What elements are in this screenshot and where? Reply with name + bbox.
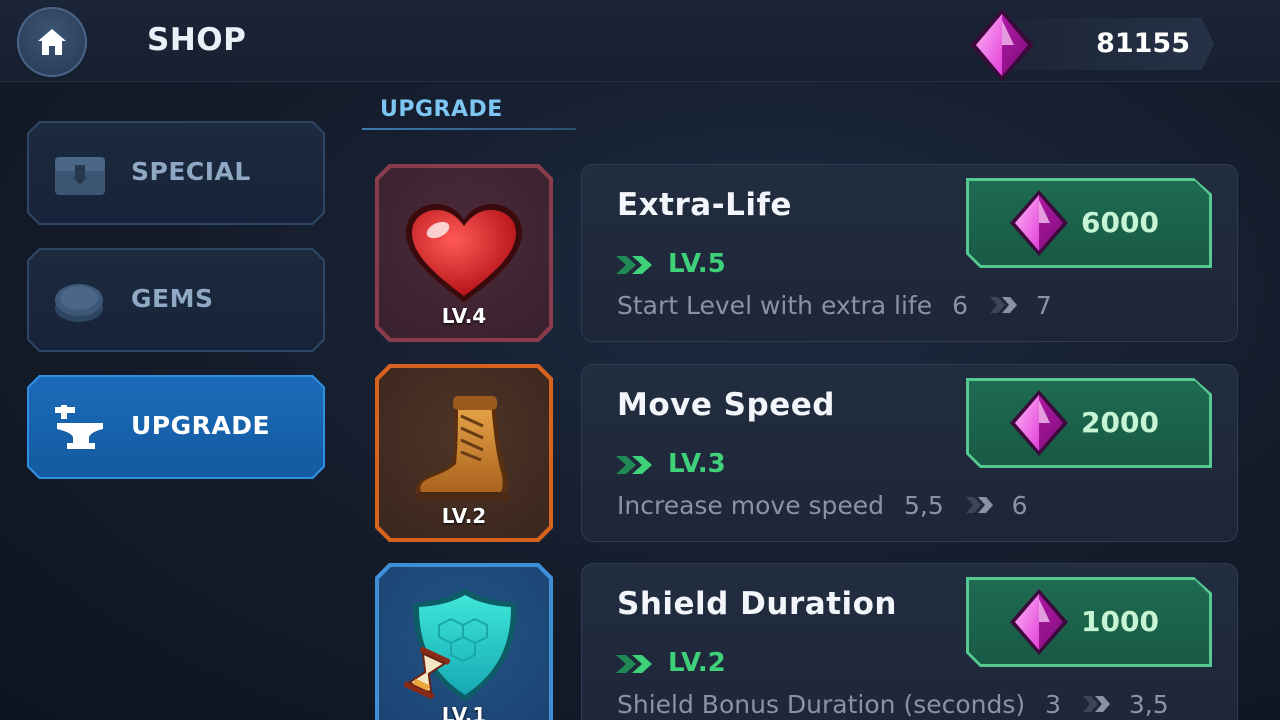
upgrade-info-card: Move Speed LV.3 Increase move speed 5,5 … [581, 364, 1238, 542]
upgrade-info-card: Shield Duration LV.2 Shield Bonus Durati… [581, 563, 1238, 720]
pink-gem-icon [1010, 390, 1068, 456]
sidebar-item-label: SPECIAL [131, 157, 251, 186]
pink-gem-icon [970, 9, 1034, 81]
current-value: 5,5 [904, 490, 944, 520]
sidebar-item-gems[interactable]: GEMS [27, 248, 325, 352]
page-title: SHOP [147, 22, 247, 58]
sidebar-item-upgrade[interactable]: UPGRADE [27, 375, 325, 479]
next-level: LV.5 [668, 249, 726, 279]
upgrade-name: Shield Duration [617, 586, 897, 622]
next-value: 6 [1011, 490, 1028, 520]
current-level: LV.1 [441, 703, 487, 720]
upgrade-info-card: Extra-Life LV.5 Start Level with extra l… [581, 164, 1238, 342]
section-title: UPGRADE [380, 97, 503, 122]
price-value: 2000 [1081, 406, 1159, 439]
sidebar-item-label: GEMS [131, 284, 214, 313]
upgrade-description: Start Level with extra life 6 7 [617, 289, 1052, 320]
price-value: 6000 [1081, 206, 1159, 239]
buy-button[interactable]: 1000 [966, 577, 1212, 667]
upgrade-icon-card: LV.4 [375, 164, 553, 342]
arrow-icon [989, 297, 1017, 313]
pink-gem-icon [1010, 589, 1068, 655]
next-level: LV.3 [668, 449, 726, 479]
pink-gem-icon [1010, 190, 1068, 256]
double-chevron-icon [616, 456, 652, 474]
next-value: 7 [1035, 290, 1052, 320]
anvil-icon [55, 405, 103, 449]
coin-stack-icon [55, 284, 103, 322]
sidebar-item-label: UPGRADE [131, 411, 271, 440]
double-chevron-icon [616, 256, 652, 274]
current-value: 6 [952, 290, 968, 320]
currency-amount: 81155 [1096, 28, 1190, 59]
boot-icon [415, 396, 509, 502]
upgrade-description: Shield Bonus Duration (seconds) 3 3,5 [617, 688, 1169, 719]
upgrade-description: Increase move speed 5,5 6 [617, 489, 1028, 520]
heart-icon [406, 204, 522, 302]
upgrade-name: Extra-Life [617, 187, 792, 223]
price-value: 1000 [1081, 605, 1159, 638]
section-underline [362, 128, 576, 130]
sidebar-item-special[interactable]: SPECIAL [27, 121, 325, 225]
home-button[interactable] [17, 7, 87, 77]
next-level: LV.2 [668, 648, 726, 678]
buy-button[interactable]: 2000 [966, 378, 1212, 468]
upgrade-name: Move Speed [617, 387, 835, 423]
home-icon [38, 29, 66, 55]
upgrade-icon-card: LV.2 [375, 364, 553, 542]
arrow-icon [1082, 696, 1110, 712]
arrow-icon [965, 497, 993, 513]
shield-hourglass-icon [403, 589, 517, 701]
buy-button[interactable]: 6000 [966, 178, 1212, 268]
current-level: LV.2 [441, 504, 487, 528]
description-text: Shield Bonus Duration (seconds) [617, 689, 1026, 719]
description-text: Increase move speed [617, 490, 885, 520]
current-value: 3 [1045, 689, 1061, 719]
description-text: Start Level with extra life [617, 290, 933, 320]
double-chevron-icon [616, 655, 652, 673]
current-level: LV.4 [441, 304, 487, 328]
next-value: 3,5 [1128, 689, 1169, 719]
upgrade-icon-card: LV.1 [375, 563, 553, 720]
treasure-chest-icon [55, 157, 105, 195]
